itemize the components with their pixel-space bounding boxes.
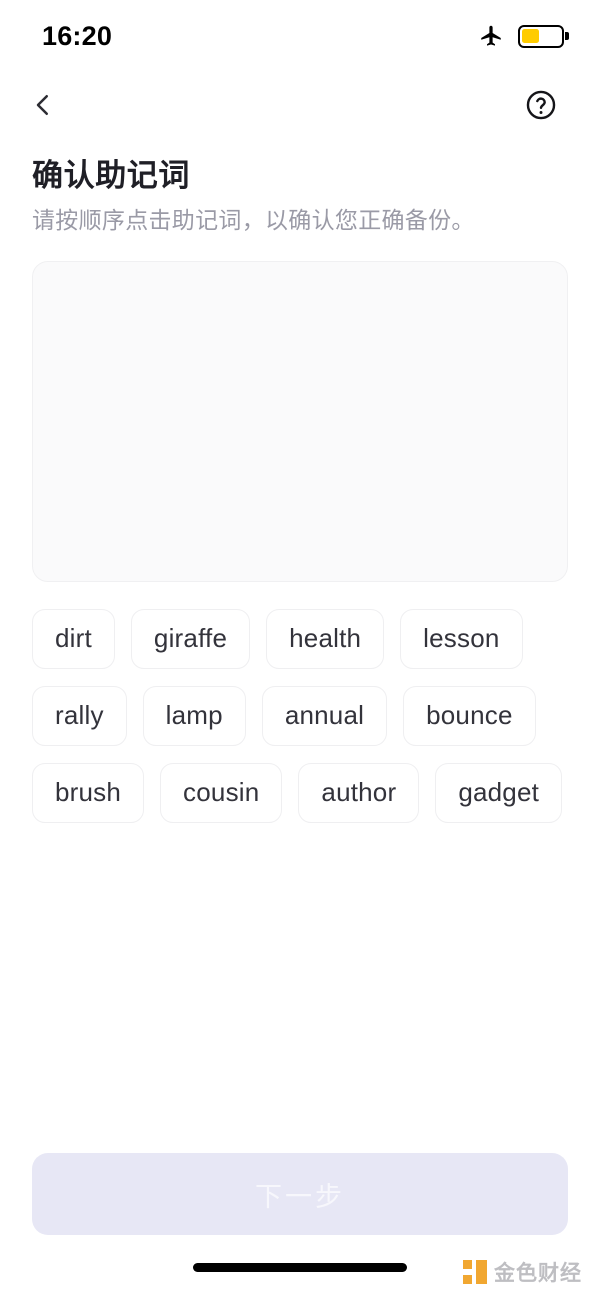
word-chip[interactable]: health — [266, 609, 385, 670]
question-circle-icon — [526, 90, 556, 120]
jinse-logo-icon — [463, 1260, 487, 1284]
logo-square-bottom-left — [463, 1275, 472, 1284]
layout-spacer — [0, 823, 600, 1153]
word-chip[interactable]: rally — [32, 686, 127, 747]
header-block: 确认助记词 请按顺序点击助记词，以确认您正确备份。 — [0, 138, 600, 236]
word-chip[interactable]: cousin — [160, 763, 283, 824]
battery-fill — [522, 28, 540, 44]
phone-screen: 16:20 确认助记词 请按顺序点击助记词，以确认您正确备份。 dirt gir… — [0, 0, 600, 1299]
logo-square-top-left — [463, 1260, 472, 1269]
logo-square-right — [476, 1260, 487, 1284]
word-bank: dirt giraffe health lesson rally lamp annual bo… — [32, 609, 568, 824]
chevron-left-icon — [36, 95, 48, 115]
bottom-zone: 金色财经 — [0, 1235, 600, 1299]
selected-words-area[interactable] — [32, 261, 568, 583]
word-chip[interactable]: author — [298, 763, 420, 824]
word-chip[interactable]: brush — [32, 763, 145, 824]
help-button[interactable] — [518, 82, 564, 128]
word-chip[interactable]: lamp — [142, 686, 246, 747]
page-subtitle: 请按顺序点击助记词，以确认您正确备份。 — [32, 207, 475, 234]
word-chip[interactable]: lesson — [400, 609, 523, 670]
watermark: 金色财经 — [463, 1257, 582, 1287]
word-chip[interactable]: gadget — [435, 763, 563, 824]
navigation-bar — [0, 72, 600, 138]
back-button[interactable] — [22, 84, 64, 126]
word-chip[interactable]: bounce — [403, 686, 536, 747]
word-chip[interactable]: annual — [261, 686, 388, 747]
word-chip[interactable]: giraffe — [130, 609, 251, 670]
home-indicator[interactable] — [193, 1262, 407, 1272]
status-bar: 16:20 — [0, 0, 600, 72]
status-indicators — [478, 23, 564, 49]
watermark-text: 金色财经 — [494, 1262, 582, 1285]
airplane-mode-icon — [481, 25, 501, 46]
battery-icon — [518, 24, 564, 48]
word-chip[interactable]: dirt — [32, 609, 115, 670]
next-step-button[interactable]: 下一步 — [32, 1153, 568, 1235]
status-time: 16:20 — [42, 20, 113, 51]
page-title: 确认助记词 — [32, 158, 190, 193]
